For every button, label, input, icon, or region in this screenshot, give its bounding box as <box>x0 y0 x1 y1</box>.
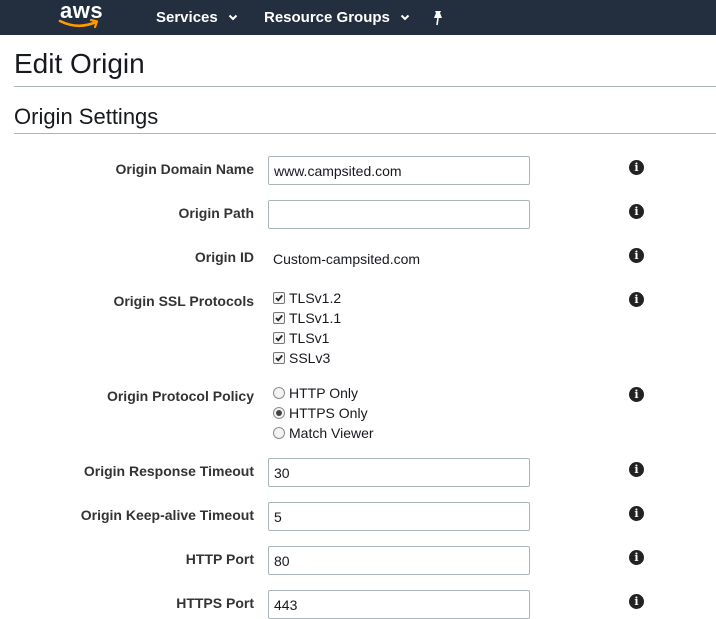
pin-icon <box>434 10 442 25</box>
ssl-option-tlsv1[interactable]: TLSv1 <box>273 328 329 348</box>
resource-groups-menu[interactable]: Resource Groups <box>264 0 410 35</box>
checkbox[interactable] <box>273 332 285 344</box>
origin-response-timeout-label: Origin Response Timeout <box>83 463 254 479</box>
ssl-option-tlsv1-2[interactable]: TLSv1.2 <box>273 288 341 308</box>
checkbox-label: TLSv1 <box>289 330 330 346</box>
chevron-down-icon <box>228 14 237 21</box>
origin-ssl-protocols-label: Origin SSL Protocols <box>113 293 254 309</box>
resource-groups-menu-label: Resource Groups <box>264 9 390 26</box>
ssl-option-sslv3[interactable]: SSLv3 <box>273 348 330 368</box>
section-title: Origin Settings <box>14 104 159 129</box>
origin-id-value: Custom-campsited.com <box>273 251 421 267</box>
checkbox-label: SSLv3 <box>289 350 331 366</box>
info-icon[interactable]: i <box>629 387 644 402</box>
info-icon[interactable]: i <box>629 594 644 609</box>
checkbox[interactable] <box>273 352 285 364</box>
section-divider <box>14 133 716 134</box>
checkbox[interactable] <box>273 292 285 304</box>
services-menu[interactable]: Services <box>156 0 238 35</box>
aws-smile-icon <box>58 18 99 29</box>
page-title: Edit Origin <box>14 48 145 79</box>
origin-path-label: Origin Path <box>178 205 254 221</box>
origin-domain-name-input[interactable] <box>268 156 530 185</box>
protocol-option-match-viewer[interactable]: Match Viewer <box>273 423 374 443</box>
title-divider <box>14 86 716 87</box>
checkbox-label: TLSv1.2 <box>289 290 342 306</box>
origin-keepalive-timeout-input[interactable] <box>268 502 530 531</box>
radio-label: Match Viewer <box>289 425 374 441</box>
https-port-label: HTTPS Port <box>176 595 254 611</box>
protocol-option-https-only[interactable]: HTTPS Only <box>273 403 368 423</box>
pin-button[interactable] <box>431 0 445 35</box>
services-menu-label: Services <box>156 9 218 26</box>
checkbox-label: TLSv1.1 <box>289 310 342 326</box>
info-icon[interactable]: i <box>629 462 644 477</box>
info-icon[interactable]: i <box>629 506 644 521</box>
aws-logo[interactable]: aws <box>58 0 104 31</box>
radio-label: HTTP Only <box>289 385 358 401</box>
checkbox[interactable] <box>273 312 285 324</box>
https-port-input[interactable] <box>268 590 530 619</box>
origin-keepalive-timeout-label: Origin Keep-alive Timeout <box>80 507 254 523</box>
radio-button-selected[interactable] <box>273 407 285 419</box>
radio-button[interactable] <box>273 427 285 439</box>
info-icon[interactable]: i <box>629 248 644 263</box>
origin-path-input[interactable] <box>268 200 530 229</box>
info-icon[interactable]: i <box>629 160 644 175</box>
origin-protocol-policy-label: Origin Protocol Policy <box>106 388 254 404</box>
http-port-label: HTTP Port <box>185 551 254 567</box>
radio-button[interactable] <box>273 387 285 399</box>
origin-id-label: Origin ID <box>194 249 254 265</box>
radio-label: HTTPS Only <box>289 405 368 421</box>
protocol-option-http-only[interactable]: HTTP Only <box>273 383 358 403</box>
ssl-option-tlsv1-1[interactable]: TLSv1.1 <box>273 308 341 328</box>
chevron-down-icon <box>400 14 410 21</box>
origin-response-timeout-input[interactable] <box>268 458 530 487</box>
info-icon[interactable]: i <box>629 550 644 565</box>
http-port-input[interactable] <box>268 546 530 575</box>
origin-domain-name-label: Origin Domain Name <box>115 161 254 177</box>
info-icon[interactable]: i <box>629 292 644 307</box>
top-navigation-bar: aws Services Resource Groups <box>0 0 716 35</box>
info-icon[interactable]: i <box>629 204 644 219</box>
